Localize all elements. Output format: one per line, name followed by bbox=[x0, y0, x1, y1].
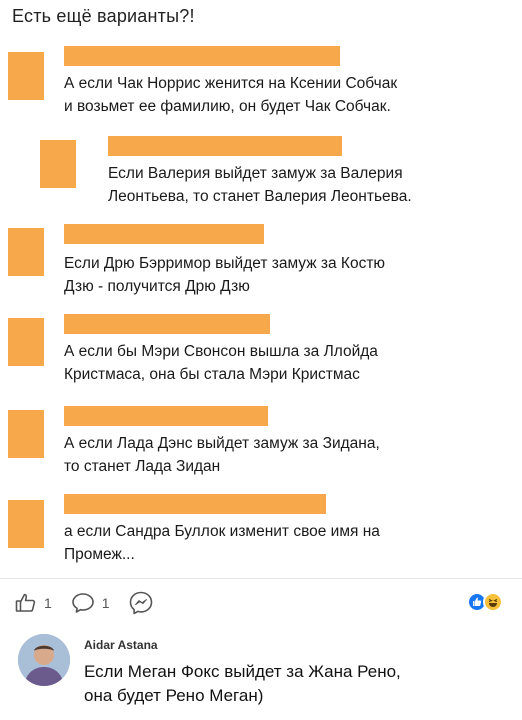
comment-text: Если Дрю Бэрримор выйдет замуж за Костю … bbox=[64, 255, 386, 295]
comment-bubble-icon bbox=[70, 591, 96, 615]
comment-count: 1 bbox=[101, 595, 110, 611]
share-button[interactable] bbox=[128, 590, 154, 616]
like-button[interactable]: 1 bbox=[14, 591, 52, 615]
comment-text: Если Валерия выйдет замуж за Валерия Лео… bbox=[108, 165, 412, 205]
redacted-avatar bbox=[40, 140, 76, 188]
haha-reaction-icon bbox=[483, 592, 503, 612]
redacted-name bbox=[108, 136, 342, 156]
redacted-name bbox=[64, 224, 264, 244]
redacted-name bbox=[64, 406, 268, 426]
redacted-avatar bbox=[8, 52, 44, 100]
redacted-name bbox=[64, 46, 340, 66]
redacted-avatar bbox=[8, 228, 44, 276]
reply-author[interactable]: Aidar Astana bbox=[84, 638, 158, 652]
thumbs-up-icon bbox=[14, 591, 38, 615]
redacted-avatar bbox=[8, 318, 44, 366]
comment-text: а если Сандра Буллок изменит свое имя на… bbox=[64, 523, 380, 563]
comment-text: А если Чак Норрис женится на Ксении Собч… bbox=[64, 75, 398, 115]
like-count: 1 bbox=[44, 595, 52, 611]
comment-text: А если Лада Дэнс выйдет замуж за Зидана,… bbox=[64, 435, 380, 475]
divider bbox=[0, 578, 522, 579]
comment-text: А если бы Мэри Свонсон вышла за Ллойда К… bbox=[64, 343, 378, 383]
redacted-name bbox=[64, 494, 326, 514]
post-header: Есть ещё варианты?! bbox=[12, 6, 195, 26]
redacted-name bbox=[64, 314, 270, 334]
messenger-icon bbox=[128, 590, 154, 616]
reactions-summary[interactable] bbox=[467, 590, 511, 614]
avatar[interactable] bbox=[18, 634, 70, 686]
action-bar: 1 1 bbox=[14, 590, 172, 616]
comment-button[interactable]: 1 bbox=[70, 591, 110, 615]
redacted-avatar bbox=[8, 500, 44, 548]
reply-text: Если Меган Фокс выйдет за Жана Рено, она… bbox=[84, 662, 401, 705]
redacted-avatar bbox=[8, 410, 44, 458]
